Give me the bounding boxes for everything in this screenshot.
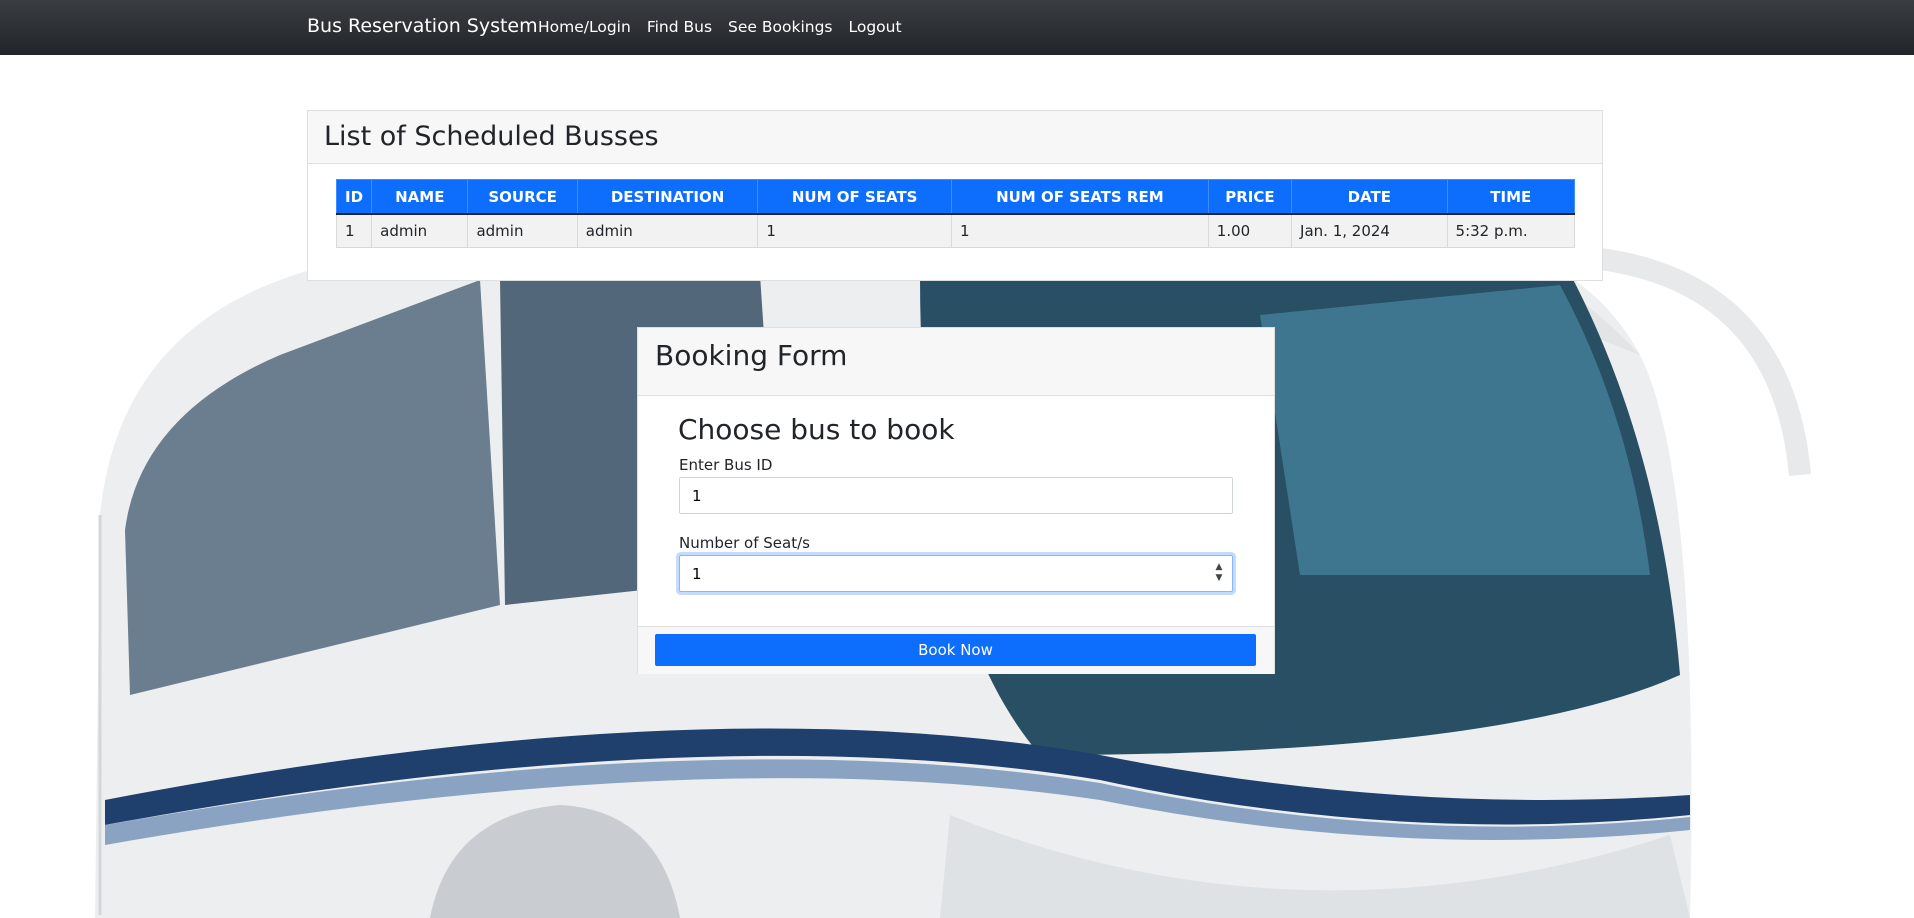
nav-links: Home/Login Find Bus See Bookings Logout: [538, 18, 902, 36]
cell-source: admin: [467, 213, 578, 248]
nav-find-bus[interactable]: Find Bus: [647, 18, 712, 36]
cell-num-seats: 1: [757, 213, 952, 248]
booking-form-subtitle: Choose bus to book: [678, 413, 955, 446]
col-date: DATE: [1291, 179, 1448, 215]
col-id: ID: [335, 179, 373, 215]
col-price: PRICE: [1207, 179, 1293, 215]
book-now-button[interactable]: Book Now: [655, 634, 1256, 666]
brand-link[interactable]: Bus Reservation System: [307, 15, 538, 37]
stepper-arrows-icon[interactable]: ▲ ▼: [1213, 562, 1225, 584]
booking-form-header: Booking Form: [638, 328, 1274, 396]
bus-id-label: Enter Bus ID: [679, 456, 773, 474]
booking-form-title: Booking Form: [655, 339, 848, 372]
col-source: SOURCE: [467, 179, 578, 215]
cell-destination: admin: [576, 213, 759, 248]
cell-price: 1.00: [1207, 213, 1293, 248]
col-time: TIME: [1446, 179, 1576, 215]
cell-date: Jan. 1, 2024: [1291, 213, 1448, 248]
seats-field: ▲ ▼: [679, 555, 1233, 592]
stepper-down-icon[interactable]: ▼: [1213, 573, 1225, 584]
stepper-up-icon[interactable]: ▲: [1213, 562, 1225, 573]
cell-num-seats-rem: 1: [950, 213, 1209, 248]
seats-input[interactable]: [679, 555, 1233, 592]
col-num-seats-rem: NUM OF SEATS REM: [950, 179, 1209, 215]
col-num-seats: NUM OF SEATS: [757, 179, 952, 215]
cell-time: 5:32 p.m.: [1446, 213, 1576, 248]
cell-id: 1: [335, 213, 373, 248]
bus-id-input[interactable]: [679, 477, 1233, 514]
table-header-row: ID NAME SOURCE DESTINATION NUM OF SEATS …: [335, 179, 1576, 215]
nav-see-bookings[interactable]: See Bookings: [728, 18, 832, 36]
nav-home-login[interactable]: Home/Login: [538, 18, 631, 36]
bus-list-card: List of Scheduled Busses ID NAME SOURCE …: [307, 110, 1603, 281]
booking-form-footer: Book Now: [638, 626, 1274, 674]
navbar: Bus Reservation System Home/Login Find B…: [0, 0, 1914, 55]
col-destination: DESTINATION: [576, 179, 759, 215]
bus-list-title: List of Scheduled Busses: [324, 121, 659, 152]
cell-name: admin: [371, 213, 469, 248]
nav-logout[interactable]: Logout: [849, 18, 902, 36]
bus-list-header: List of Scheduled Busses: [308, 111, 1602, 164]
booking-form-card: Booking Form Choose bus to book Enter Bu…: [637, 327, 1275, 674]
bus-list-table: ID NAME SOURCE DESTINATION NUM OF SEATS …: [335, 179, 1576, 248]
table-row: 1 admin admin admin 1 1 1.00 Jan. 1, 202…: [335, 213, 1576, 248]
col-name: NAME: [371, 179, 469, 215]
seats-label: Number of Seat/s: [679, 534, 810, 552]
